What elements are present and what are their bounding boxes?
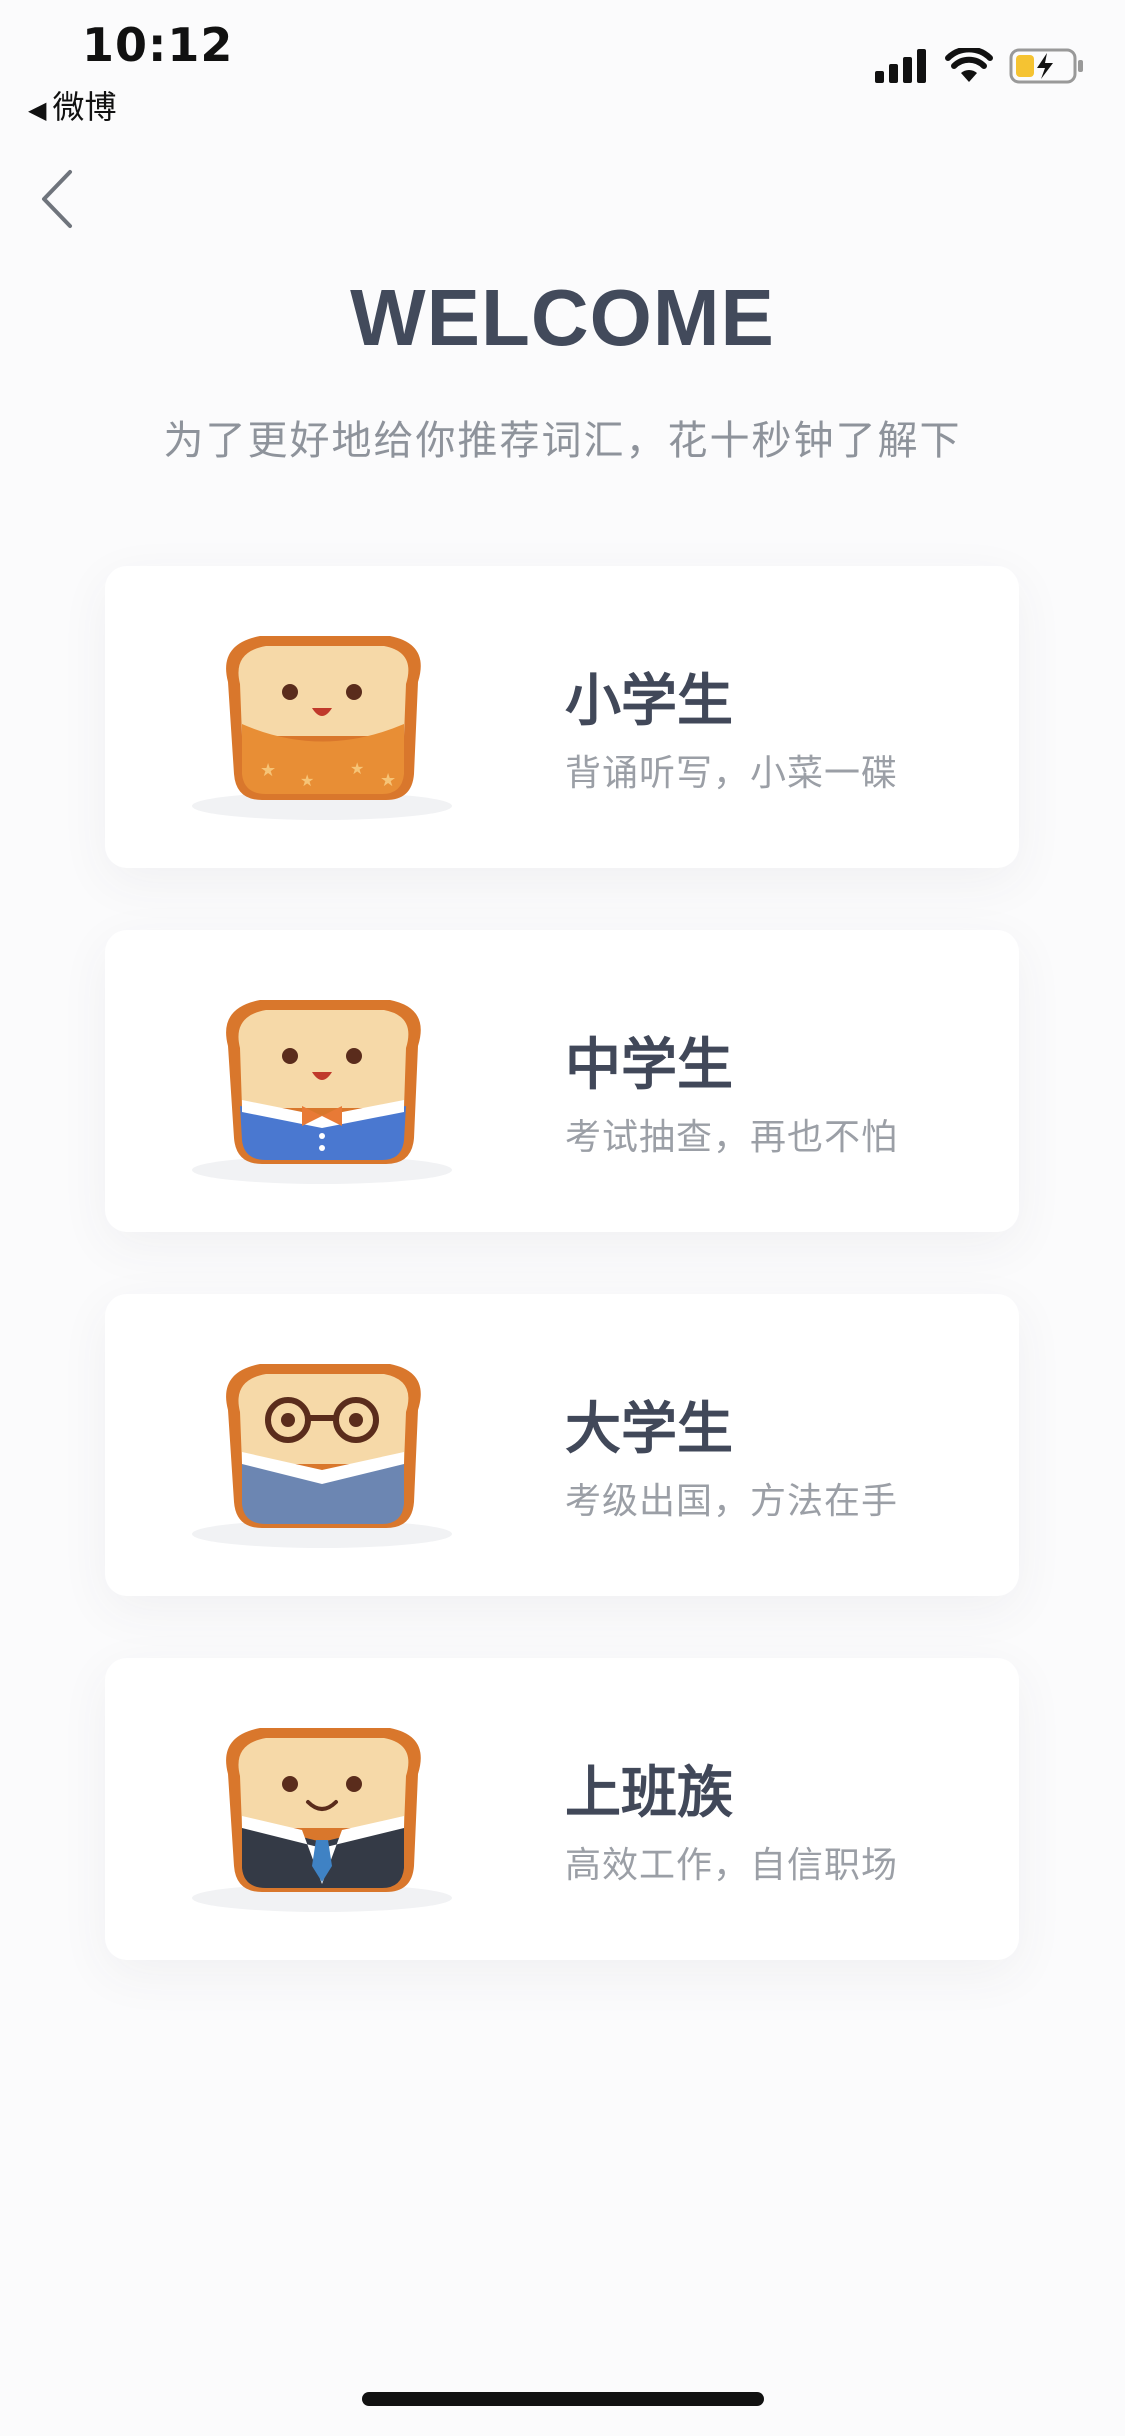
home-indicator[interactable] (362, 2392, 764, 2406)
option-title: 中学生 (565, 1033, 733, 1098)
svg-text:★: ★ (380, 770, 396, 791)
svg-text:★: ★ (300, 771, 314, 790)
toast-glasses-icon (192, 1364, 452, 1548)
option-description: 考试抽查，再也不怕 (565, 1117, 899, 1158)
option-card-primary-school[interactable]: ★ ★ ★ ★ 小学生 背诵听写，小菜一碟 (105, 566, 1019, 868)
battery-icon (1009, 48, 1083, 84)
chevron-left-icon[interactable] (34, 164, 84, 234)
option-description: 高效工作，自信职场 (565, 1845, 899, 1886)
system-icons (875, 48, 1085, 84)
back-to-app-link[interactable]: ◀ 微博 (28, 82, 116, 128)
option-list: ★ ★ ★ ★ 小学生 背诵听写，小菜一碟 中学生 考试抽查，再也不怕 大学生 … (105, 566, 1019, 2022)
wifi-icon (945, 48, 993, 82)
back-app-label: 微博 (52, 88, 117, 126)
page-title: WELCOME (350, 273, 775, 362)
option-card-college[interactable]: 大学生 考级出国，方法在手 (105, 1294, 1019, 1596)
signal-icon (875, 49, 926, 83)
option-title: 小学生 (565, 669, 733, 734)
back-triangle-icon: ◀ (28, 96, 47, 124)
option-description: 背诵听写，小菜一碟 (565, 753, 899, 794)
toast-bowtie-icon (192, 1000, 452, 1184)
option-card-middle-school[interactable]: 中学生 考试抽查，再也不怕 (105, 930, 1019, 1232)
page-subtitle: 为了更好地给你推荐词汇，花十秒钟了解下 (163, 418, 962, 464)
svg-text:★: ★ (260, 760, 276, 781)
option-title: 上班族 (565, 1761, 733, 1826)
toast-suit-icon (192, 1728, 452, 1912)
status-bar: 10:12 ◀ 微博 (0, 0, 1125, 130)
option-description: 考级出国，方法在手 (565, 1481, 899, 1522)
toast-orange-stars-icon: ★ ★ ★ ★ (192, 636, 452, 820)
option-card-office-worker[interactable]: 上班族 高效工作，自信职场 (105, 1658, 1019, 1960)
option-title: 大学生 (565, 1397, 733, 1462)
status-time: 10:12 (82, 18, 234, 72)
svg-text:★: ★ (350, 759, 364, 778)
